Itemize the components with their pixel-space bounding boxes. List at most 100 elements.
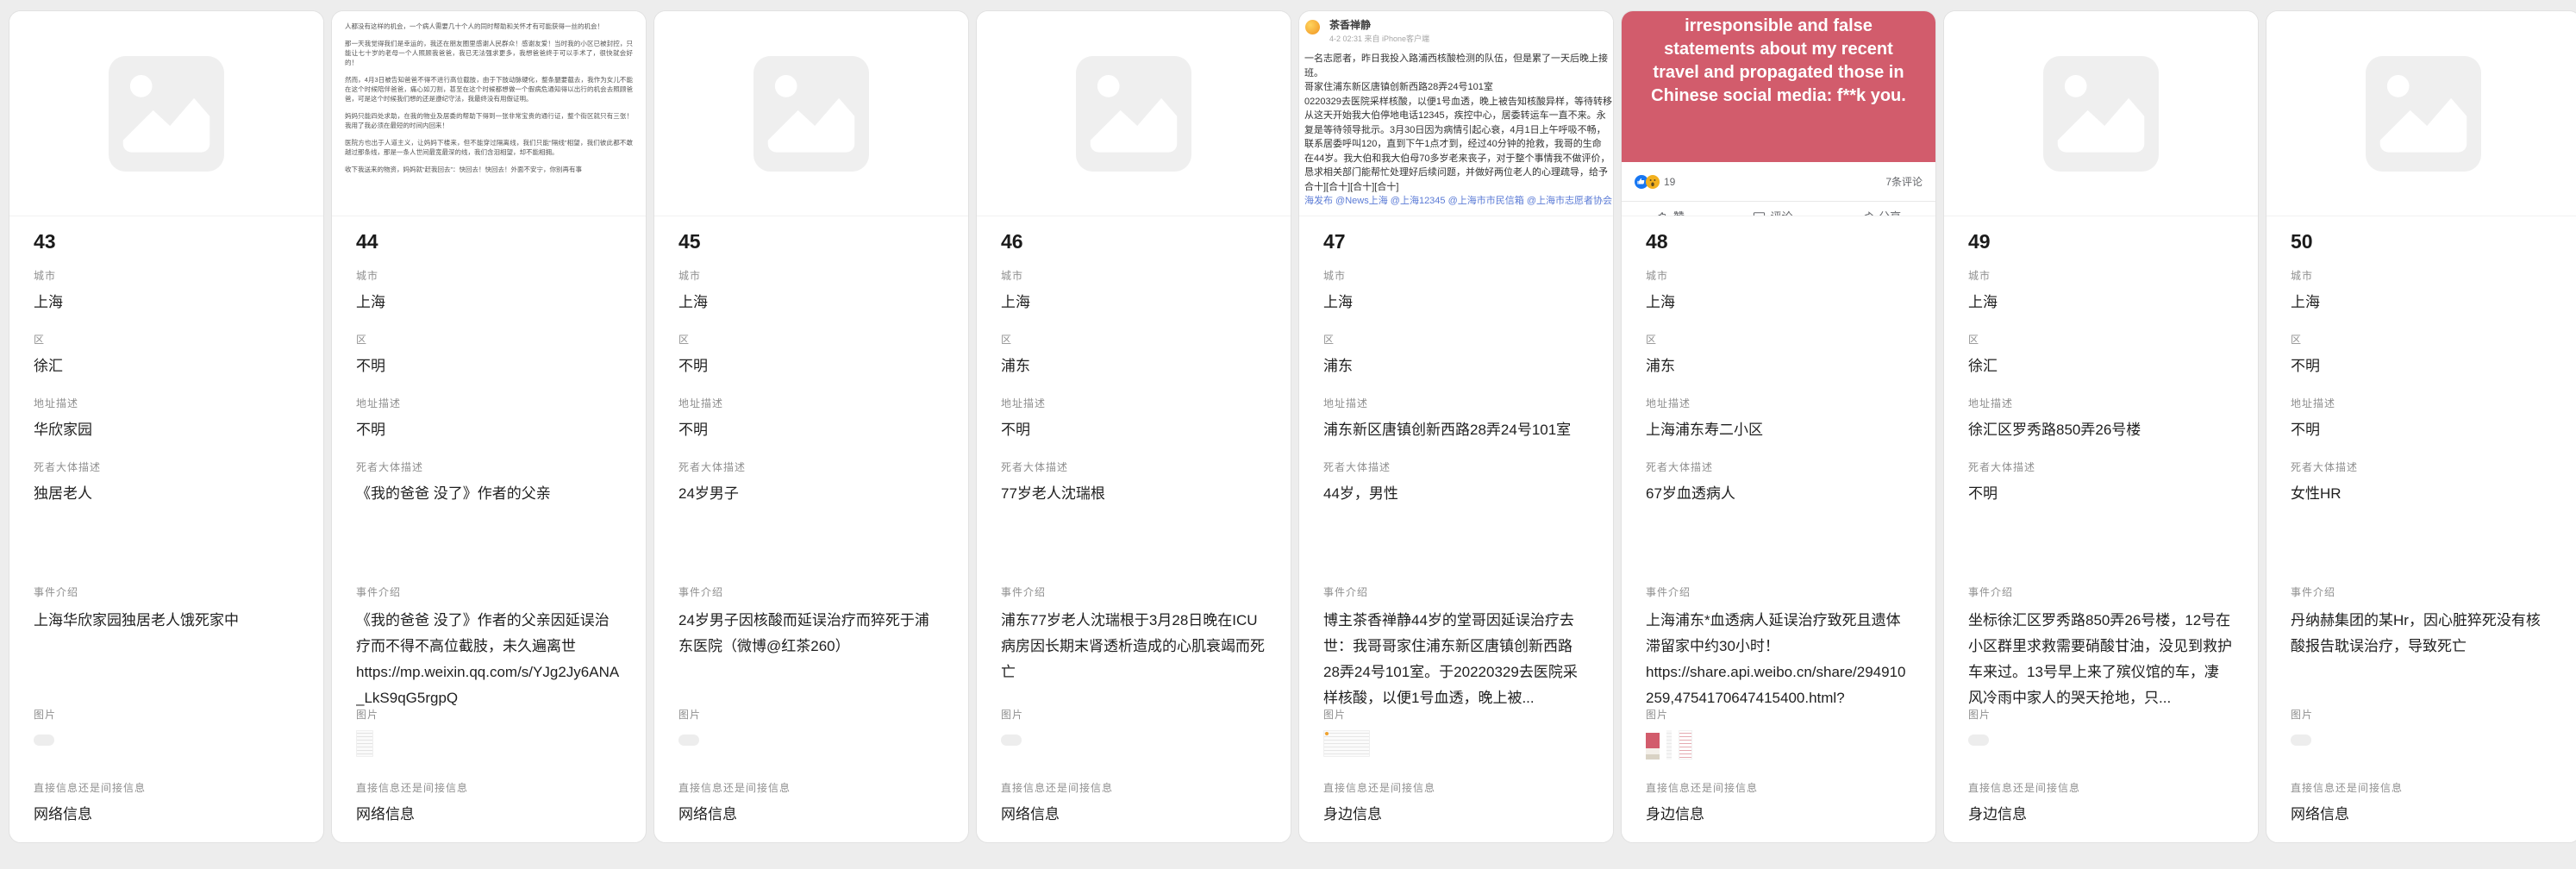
- case-card-49[interactable]: 49 城市上海 区徐汇 地址描述徐汇区罗秀路850弄26号楼 死者大体描述不明 …: [1943, 10, 2259, 843]
- city-value: 上海: [2291, 291, 2560, 314]
- image-thumbnail[interactable]: [678, 735, 699, 746]
- city-label: 城市: [356, 270, 625, 282]
- address-label: 地址描述: [34, 397, 303, 409]
- event-value: 24岁男子因核酸而延误治疗而猝死于浦东医院（微博@红茶260）: [678, 608, 942, 660]
- case-number: 50: [2291, 230, 2560, 253]
- case-image-facebook-screenshot[interactable]: irresponsible and false statements about…: [1622, 11, 1935, 216]
- article-paragraph: 医院方也出于人道主义，让妈妈下楼来，但不能穿过隔离线，我们只能“隔线”相望，我们…: [345, 138, 633, 157]
- case-image-article-screenshot[interactable]: 人都没有这样的机会，一个病人需要几十个人的同时帮助和关怀才有可能获得一丝的机会！…: [332, 11, 646, 216]
- source-type-label: 直接信息还是间接信息: [678, 782, 947, 794]
- weibo-text-line: 联系居委呼叫120，直到下午1点才到，经过40分钟的抢救，我哥的生命: [1304, 137, 1613, 152]
- weibo-avatar: [1305, 20, 1320, 34]
- event-value: 浦东77岁老人沈瑞根于3月28日晚在ICU病房因长期末肾透析造成的心肌衰竭而死亡: [1001, 608, 1265, 685]
- image-thumbnail[interactable]: [1666, 730, 1672, 760]
- district-value: 徐汇: [1968, 355, 2237, 378]
- weibo-text-line: 从这天开始我大伯停地电话12345，疾控中心，居委转运车一直不来。永: [1304, 109, 1613, 123]
- comment-bubble-icon: [1753, 209, 1766, 216]
- victim-label: 死者大体描述: [356, 461, 625, 473]
- city-value: 上海: [1646, 291, 1915, 314]
- district-value: 浦东: [1001, 355, 1270, 378]
- weibo-text-line: 恳求相关部门能帮忙处理好后续问题，并做好两位老人的心理疏导，给予: [1304, 166, 1613, 180]
- article-paragraph: 然而，4月3日被告知爸爸不得不进行高位截肢，由于下肢动脉硬化，整条腿要截去，我作…: [345, 75, 633, 103]
- address-value: 徐汇区罗秀路850弄26号楼: [1968, 419, 2237, 441]
- case-image-weibo-screenshot[interactable]: 茶香禅静 4-2 02:31 来自 iPhone客户端 一名志愿者，昨日我投入路…: [1299, 11, 1613, 216]
- image-label: 图片: [2291, 709, 2560, 721]
- event-value: 坐标徐汇区罗秀路850弄26号楼，12号在小区群里求救需要硝酸甘油，没见到救护车…: [1968, 608, 2232, 711]
- case-card-45[interactable]: 45 城市上海 区不明 地址描述不明 死者大体描述24岁男子 事件介绍24岁男子…: [653, 10, 969, 843]
- event-label: 事件介绍: [34, 586, 303, 598]
- image-thumbnail[interactable]: [1323, 730, 1370, 757]
- image-thumbnail[interactable]: [1679, 730, 1692, 760]
- district-value: 徐汇: [34, 355, 303, 378]
- case-image-empty[interactable]: [654, 11, 968, 216]
- victim-label: 死者大体描述: [1968, 461, 2237, 473]
- case-card-board: 43 城市上海 区徐汇 地址描述华欣家园 死者大体描述独居老人 事件介绍上海华欣…: [0, 0, 2576, 843]
- weibo-timestamp: 4-2 02:31 来自 iPhone客户端: [1329, 33, 1613, 44]
- image-label: 图片: [1001, 709, 1270, 721]
- case-number: 46: [1001, 230, 1270, 253]
- image-thumbnail[interactable]: [1001, 735, 1022, 746]
- case-number: 44: [356, 230, 625, 253]
- victim-label: 死者大体描述: [2291, 461, 2560, 473]
- source-type-value: 身边信息: [1646, 803, 1915, 826]
- victim-value: 独居老人: [34, 483, 303, 505]
- address-value: 华欣家园: [34, 419, 303, 441]
- city-label: 城市: [1323, 270, 1592, 282]
- comment-button[interactable]: 评论: [1753, 208, 1792, 216]
- address-label: 地址描述: [356, 397, 625, 409]
- district-value: 浦东: [1323, 355, 1592, 378]
- event-label: 事件介绍: [1001, 586, 1270, 598]
- event-label: 事件介绍: [1323, 586, 1592, 598]
- source-type-value: 网络信息: [34, 803, 303, 826]
- district-label: 区: [34, 334, 303, 346]
- weibo-mentions-line: 海发布 @News上海 @上海12345 @上海市市民信箱 @上海市志愿者协会: [1304, 194, 1613, 209]
- source-type-value: 身边信息: [1968, 803, 2237, 826]
- case-card-47[interactable]: 茶香禅静 4-2 02:31 来自 iPhone客户端 一名志愿者，昨日我投入路…: [1298, 10, 1614, 843]
- event-value: 上海华欣家园独居老人饿死家中: [34, 608, 297, 634]
- address-value: 上海浦东寿二小区: [1646, 419, 1915, 441]
- comments-count[interactable]: 7条评论: [1885, 174, 1923, 189]
- district-value: 不明: [2291, 355, 2560, 378]
- image-thumbnail[interactable]: [356, 730, 373, 757]
- case-card-50[interactable]: 50 城市上海 区不明 地址描述不明 死者大体描述女性HR 事件介绍丹纳赫集团的…: [2266, 10, 2576, 843]
- weibo-text-line: 0220329去医院采样核酸，以便1号血透，晚上被告知核酸异样，等待转移: [1304, 95, 1613, 109]
- address-label: 地址描述: [1323, 397, 1592, 409]
- address-value: 不明: [1001, 419, 1270, 441]
- case-card-46[interactable]: 46 城市上海 区浦东 地址描述不明 死者大体描述77岁老人沈瑞根 事件介绍浦东…: [976, 10, 1291, 843]
- facebook-post-text: irresponsible and false statements about…: [1622, 11, 1935, 162]
- source-type-label: 直接信息还是间接信息: [34, 782, 303, 794]
- image-thumbnail[interactable]: [1968, 735, 1989, 746]
- case-image-empty[interactable]: [2267, 11, 2576, 216]
- city-label: 城市: [678, 270, 947, 282]
- source-type-value: 网络信息: [2291, 803, 2560, 826]
- event-label: 事件介绍: [1968, 586, 2237, 598]
- city-label: 城市: [1646, 270, 1915, 282]
- case-card-48[interactable]: irresponsible and false statements about…: [1621, 10, 1936, 843]
- victim-label: 死者大体描述: [678, 461, 947, 473]
- case-image-empty[interactable]: [9, 11, 323, 216]
- address-value: 不明: [678, 419, 947, 441]
- reaction-count: 19: [1664, 176, 1675, 188]
- image-thumbnail[interactable]: [34, 735, 54, 746]
- case-number: 43: [34, 230, 303, 253]
- share-button[interactable]: 分享: [1861, 208, 1901, 216]
- case-image-empty[interactable]: [1944, 11, 2258, 216]
- image-thumbnail[interactable]: [1646, 730, 1660, 760]
- case-card-44[interactable]: 人都没有这样的机会，一个病人需要几十个人的同时帮助和关怀才有可能获得一丝的机会！…: [331, 10, 647, 843]
- case-image-empty[interactable]: [977, 11, 1291, 216]
- case-card-43[interactable]: 43 城市上海 区徐汇 地址描述华欣家园 死者大体描述独居老人 事件介绍上海华欣…: [9, 10, 324, 843]
- image-thumbnail[interactable]: [2291, 735, 2311, 746]
- like-button[interactable]: 赞: [1656, 208, 1685, 216]
- image-placeholder-icon: [753, 56, 869, 172]
- image-label: 图片: [678, 709, 947, 721]
- thumb-up-icon: [1656, 209, 1669, 216]
- address-value: 不明: [356, 419, 625, 441]
- article-paragraph: 那一天我觉得我们是幸运的，我还在朋友圈里感谢人民群众！感谢友爱！当时我的小区已被…: [345, 39, 633, 67]
- address-label: 地址描述: [2291, 397, 2560, 409]
- victim-value: 24岁男子: [678, 483, 947, 505]
- article-paragraph: 人都没有这样的机会，一个病人需要几十个人的同时帮助和关怀才有可能获得一丝的机会！: [345, 22, 633, 31]
- source-type-value: 网络信息: [1001, 803, 1270, 826]
- share-arrow-icon: [1861, 209, 1874, 216]
- source-type-value: 网络信息: [678, 803, 947, 826]
- district-label: 区: [1646, 334, 1915, 346]
